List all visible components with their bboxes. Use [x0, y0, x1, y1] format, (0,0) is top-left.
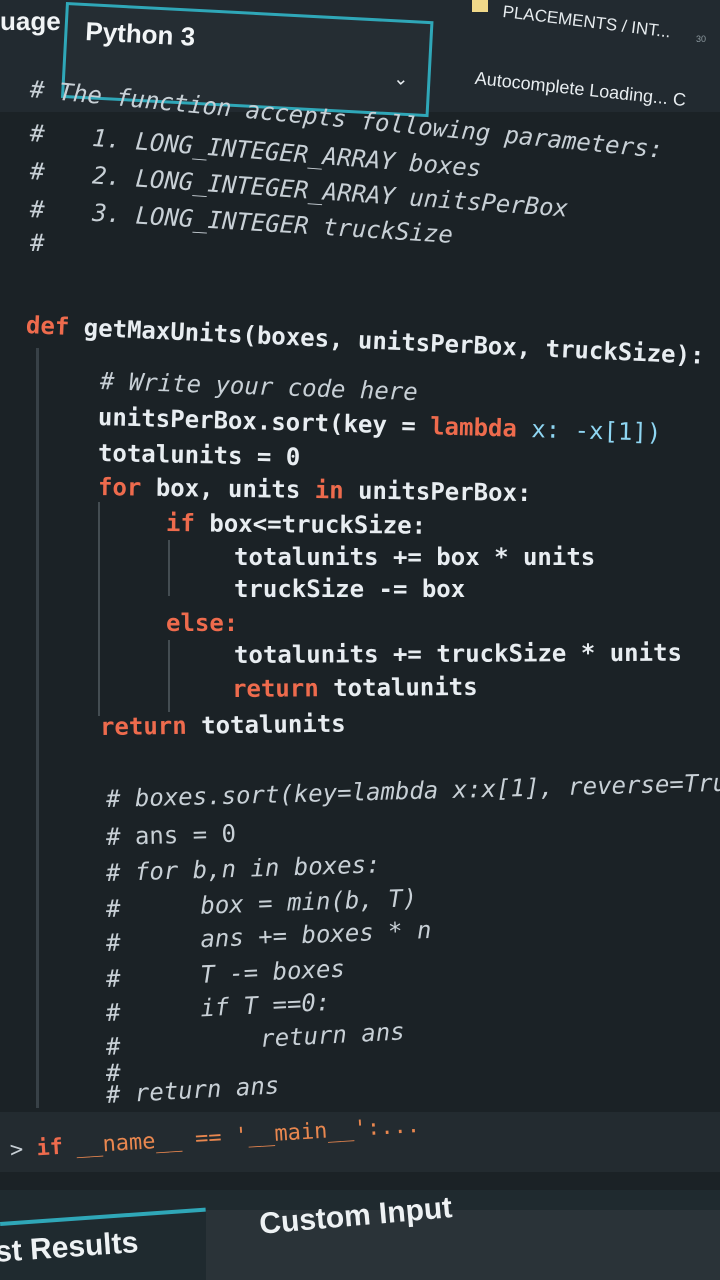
code-line: truckSize -= box: [234, 575, 466, 603]
return-value: totalunits: [186, 709, 346, 740]
language-select-value: Python 3: [84, 16, 196, 52]
comment-hash: #: [29, 157, 46, 186]
expand-arrow-icon[interactable]: >: [9, 1137, 24, 1163]
comment-hash: #: [29, 195, 46, 224]
code-line: return totalunits: [100, 709, 346, 742]
indent-guide: [168, 540, 170, 596]
code-line: totalunits = 0: [97, 439, 301, 472]
comment-hash: #: [105, 928, 122, 957]
comment-text: return ans: [259, 1017, 406, 1053]
code-line: def getMaxUnits(boxes, unitsPerBox, truc…: [25, 310, 705, 371]
keyword-lambda: lambda: [429, 412, 518, 443]
code-line: # for b,n in boxes:: [105, 850, 381, 887]
status-badge: 30: [696, 34, 707, 44]
code-editor[interactable]: # The function accepts following paramet…: [0, 56, 720, 1116]
code-line: # ans = 0: [105, 819, 237, 851]
code-line: #: [30, 229, 45, 257]
comment-hash: #: [105, 998, 122, 1027]
keyword-in: in: [314, 476, 344, 505]
function-signature: getMaxUnits(boxes, unitsPerBox, truckSiz…: [83, 313, 706, 370]
indent-guide: [98, 502, 100, 716]
code-line: return totalunits: [232, 672, 478, 704]
sort-call: unitsPerBox.sort(key =: [97, 403, 431, 441]
keyword-def: def: [25, 311, 70, 341]
keyword-if: if: [165, 509, 196, 538]
folder-icon: [472, 0, 488, 12]
comment-text: ans += boxes * n: [199, 915, 432, 954]
code-line: totalunits += box * units: [234, 543, 596, 571]
loop-vars: box, units: [141, 473, 315, 505]
if-condition: box<=truckSize:: [194, 509, 427, 540]
sort-args: x: -x[1]): [516, 414, 662, 447]
comment-hash: #: [105, 1032, 122, 1061]
keyword-return: return: [231, 674, 319, 703]
return-value: totalunits: [318, 672, 478, 703]
keyword-if: if: [35, 1134, 64, 1162]
comment-text: box = min(b, T): [199, 884, 418, 920]
comment-text: T -= boxes: [199, 954, 346, 989]
code-line: for box, units in unitsPerBox:: [98, 472, 532, 508]
breadcrumb[interactable]: PLACEMENTS / INT...: [502, 2, 672, 42]
language-label: uage: [0, 6, 61, 36]
keyword-for: for: [97, 473, 142, 502]
keyword-return: return: [99, 711, 187, 741]
comment-text: if T ==0:: [199, 988, 331, 1023]
loop-iterable: unitsPerBox:: [343, 476, 532, 508]
code-line: if box<=truckSize:: [166, 508, 426, 541]
code-line: # return ans: [105, 1071, 280, 1109]
comment-hash: #: [105, 894, 121, 923]
code-line: totalunits += truckSize * units: [233, 638, 683, 669]
code-line: # Write your code here: [99, 367, 419, 407]
comment-hash: #: [105, 964, 122, 993]
indent-guide: [168, 640, 170, 712]
code-line: else:: [166, 609, 239, 637]
comment-hash: #: [28, 119, 46, 149]
code-line: # boxes.sort(key=lambda x:x[1], reverse=…: [105, 768, 720, 813]
